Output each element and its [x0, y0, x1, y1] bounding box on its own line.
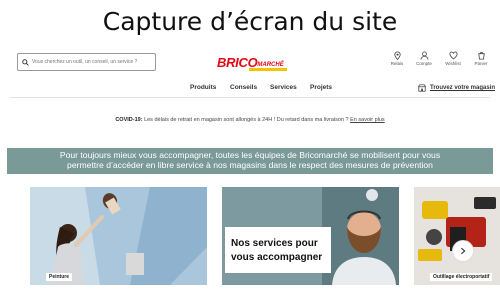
store-icon: [418, 84, 426, 92]
nav-item-projets[interactable]: Projets: [310, 84, 332, 91]
bricomarche-logo[interactable]: BRICOMARCHÉ: [217, 54, 287, 71]
notice-more-link[interactable]: En savoir plus: [350, 117, 385, 123]
notice-text: Les délais de retrait en magasin sont al…: [144, 117, 349, 123]
header-compte-button[interactable]: Compte: [411, 51, 437, 66]
heart-icon: [448, 51, 458, 60]
chevron-right-icon: [461, 247, 466, 255]
site-header: BRICOMARCHÉ Relais Compte Wishlist Panie…: [12, 48, 492, 76]
carousel-next-button[interactable]: [452, 240, 474, 262]
covid-notice: COVID-19: Les délais de retrait en magas…: [0, 117, 500, 123]
nav-item-conseils[interactable]: Conseils: [230, 84, 257, 91]
category-card-services[interactable]: Nos services pour vous accompagner: [222, 187, 399, 285]
main-navigation: Produits Conseils Services Projets Trouv…: [0, 82, 500, 96]
header-wishlist-button[interactable]: Wishlist: [440, 51, 466, 66]
category-card-outillage[interactable]: Outillage électroportatif: [414, 187, 500, 285]
card-label-outillage: Outillage électroportatif: [430, 273, 493, 281]
services-title: Nos services pour vous accompagner: [231, 238, 323, 263]
search-input[interactable]: [29, 59, 142, 65]
card-label-peinture: Peinture: [46, 273, 73, 281]
nav-divider: [10, 97, 490, 98]
info-banner: Pour toujours mieux vous accompagner, to…: [7, 148, 493, 174]
services-text-panel: Nos services pour vous accompagner: [225, 227, 331, 273]
banner-line-2: permettre d’accéder en libre service à n…: [67, 159, 433, 170]
header-panier-button[interactable]: Panier: [468, 51, 494, 66]
nav-item-produits[interactable]: Produits: [190, 84, 216, 91]
find-store-link[interactable]: Trouvez votre magasin: [418, 84, 495, 92]
search-bar[interactable]: [17, 53, 156, 71]
header-relais-button[interactable]: Relais: [384, 51, 410, 66]
notice-title: COVID-19:: [115, 117, 143, 123]
user-icon: [420, 51, 428, 60]
location-pin-icon: [393, 51, 401, 60]
page-caption: Capture d’écran du site: [102, 7, 398, 36]
category-card-peinture[interactable]: Peinture: [30, 187, 207, 285]
search-icon: [22, 58, 29, 66]
power-tools-image: [414, 187, 500, 285]
cart-icon: [477, 51, 485, 60]
painting-woman-image: [30, 187, 207, 285]
nav-item-services[interactable]: Services: [270, 84, 297, 91]
